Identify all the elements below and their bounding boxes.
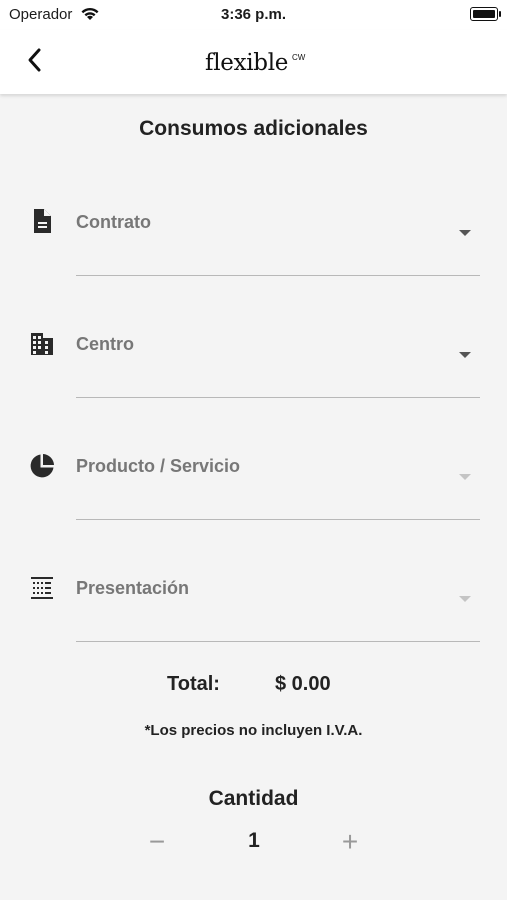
document-icon: [34, 209, 51, 233]
chevron-left-icon: [28, 48, 41, 72]
field-underline: [76, 519, 480, 520]
grid-list-icon: [31, 577, 53, 599]
pie-chart-icon: [30, 454, 54, 478]
contrato-label: Contrato: [76, 212, 151, 232]
field-underline: [76, 275, 480, 276]
battery-icon: [470, 7, 501, 21]
increment-button[interactable]: +: [335, 826, 365, 858]
chevron-down-icon: [459, 596, 471, 602]
total-label: Total:: [167, 673, 220, 695]
producto-servicio-label: Producto / Servicio: [76, 456, 241, 476]
app-logo: flexible: [205, 50, 289, 76]
decrement-button[interactable]: −: [142, 826, 172, 858]
contrato-dropdown[interactable]: Contrato: [0, 200, 507, 280]
quantity-value: 1: [248, 829, 260, 852]
presentacion-dropdown[interactable]: Presentación: [0, 566, 507, 646]
status-bar: Operador 3:36 p.m.: [0, 0, 507, 30]
iva-disclaimer: *Los precios no incluyen I.V.A.: [144, 722, 363, 739]
chevron-down-icon: [459, 474, 471, 480]
presentacion-label: Presentación: [76, 578, 190, 598]
back-button[interactable]: [22, 44, 50, 76]
nav-bar: flexible CW: [0, 30, 507, 94]
status-time: 3:36 p.m.: [220, 6, 287, 23]
producto-servicio-dropdown[interactable]: Producto / Servicio: [0, 444, 507, 524]
centro-label: Centro: [76, 334, 134, 354]
page-title: Consumos adicionales: [139, 117, 368, 140]
chevron-down-icon: [459, 230, 471, 236]
app-logo-superscript: CW: [292, 53, 306, 62]
total-value: $ 0.00: [275, 673, 331, 695]
centro-dropdown[interactable]: Centro: [0, 322, 507, 402]
quantity-title: Cantidad: [208, 787, 299, 810]
field-underline: [76, 641, 480, 642]
building-icon: [31, 333, 53, 355]
chevron-down-icon: [459, 352, 471, 358]
field-underline: [76, 397, 480, 398]
